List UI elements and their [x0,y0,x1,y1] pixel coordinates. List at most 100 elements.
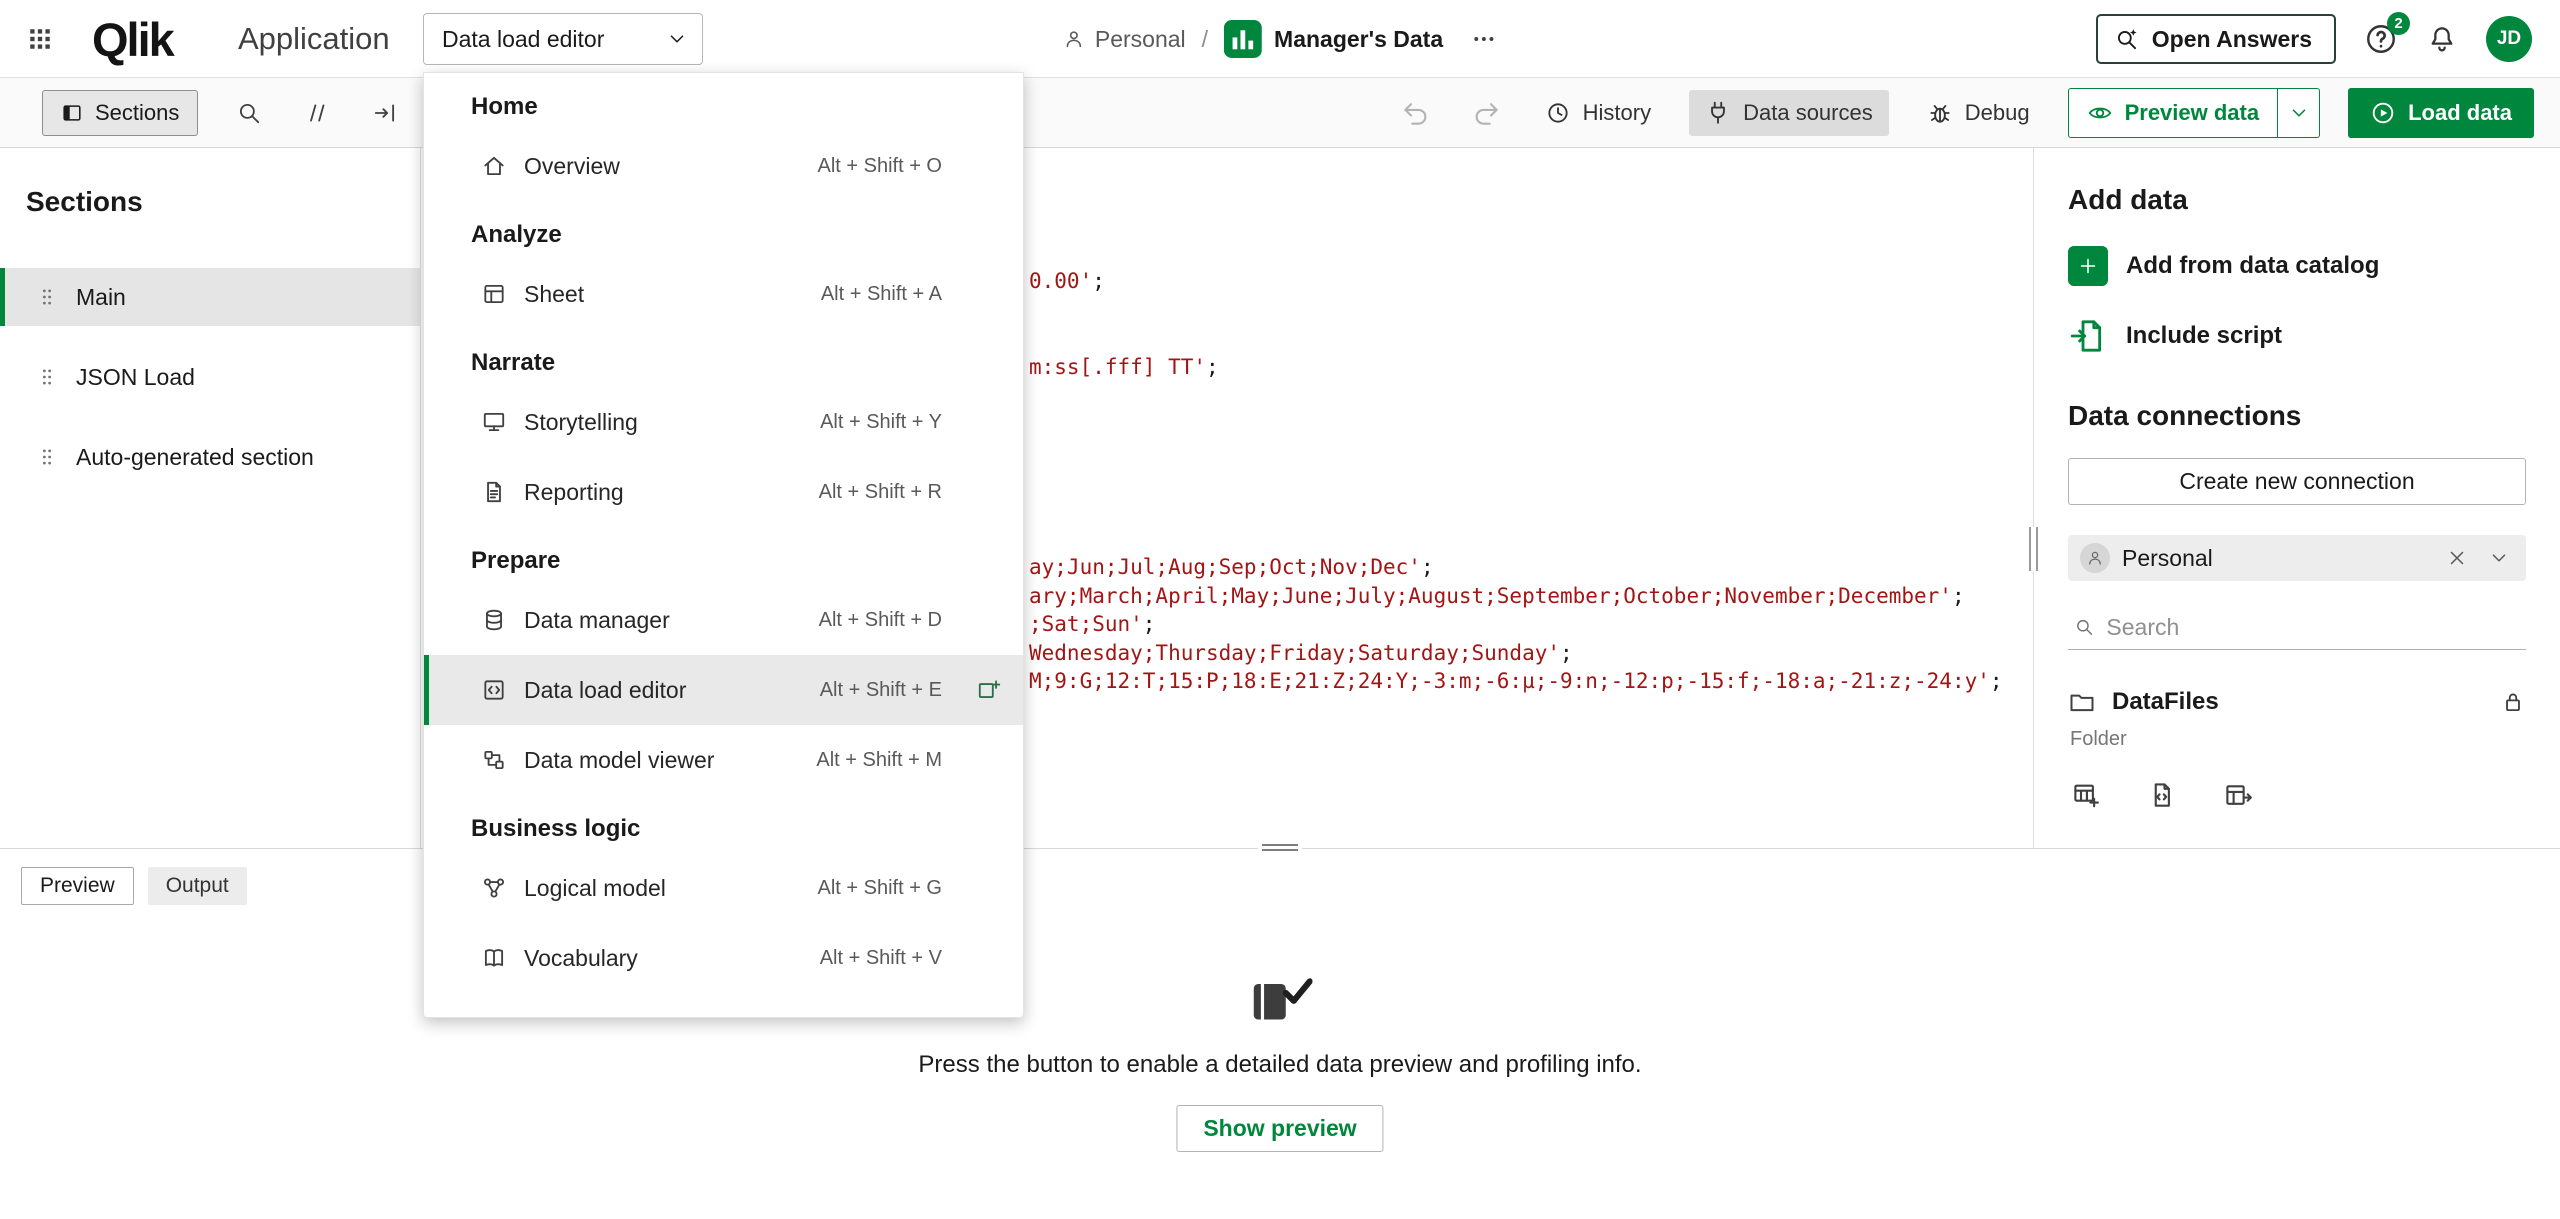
preview-data-options-button[interactable] [2277,89,2319,137]
redo-button[interactable] [1465,92,1507,134]
shortcut-label: Alt + Shift + R [819,481,942,504]
menu-item-reporting[interactable]: Reporting Alt + Shift + R [424,457,1023,527]
app-options-button[interactable] [1471,26,1497,52]
report-document-icon [481,479,507,505]
person-icon [1063,28,1085,50]
add-from-catalog-button[interactable]: Add from data catalog [2068,246,2526,286]
app-crumb[interactable]: Manager's Data [1224,20,1443,58]
search-script-button[interactable] [228,92,270,134]
bell-icon [2426,23,2458,55]
space-crumb[interactable]: Personal [1063,26,1186,53]
app-name: Manager's Data [1274,26,1443,53]
indent-right-icon [372,100,398,126]
context-label: Application [238,21,390,57]
drag-handle-icon[interactable] [40,447,54,467]
tab-preview[interactable]: Preview [21,867,134,905]
shortcut-label: Alt + Shift + A [821,283,942,306]
person-icon [2080,543,2110,573]
menu-item-data-manager[interactable]: Data manager Alt + Shift + D [424,585,1023,655]
table-arrow-icon [2223,780,2253,810]
shortcut-label: Alt + Shift + V [820,947,942,970]
show-preview-button[interactable]: Show preview [1176,1105,1383,1152]
preview-data-button[interactable]: Preview data [2069,89,2278,137]
load-data-label: Load data [2408,100,2512,126]
section-item-main[interactable]: Main [0,268,420,326]
debug-button[interactable]: Debug [1917,90,2040,136]
menu-item-data-model-viewer[interactable]: Data model viewer Alt + Shift + M [424,725,1023,795]
preview-tabs: Preview Output [21,867,247,905]
history-button[interactable]: History [1535,90,1661,136]
section-item-label: Main [76,284,126,311]
section-item-auto-generated[interactable]: Auto-generated section [0,428,420,486]
shortcut-label: Alt + Shift + O [817,155,942,178]
horizontal-resize-handle[interactable] [1258,841,1302,854]
create-new-connection-button[interactable]: Create new connection [2068,458,2526,505]
eye-icon [2087,100,2113,126]
notification-badge: 2 [2387,12,2410,35]
open-answers-button[interactable]: Open Answers [2096,14,2336,64]
app-icon [1224,20,1262,58]
menu-item-data-load-editor[interactable]: Data load editor Alt + Shift + E [424,655,1023,725]
comment-code-button[interactable] [296,92,338,134]
chevron-down-icon [2488,547,2510,569]
topbar-actions: Open Answers 2 JD [2096,0,2560,78]
plus-icon [2068,246,2108,286]
connection-search-input[interactable] [2106,614,2520,641]
menu-item-storytelling[interactable]: Storytelling Alt + Shift + Y [424,387,1023,457]
insert-script-button[interactable] [2144,777,2180,813]
data-model-icon [481,747,507,773]
script-line: Wednesday;Thursday;Friday;Saturday;Sunda… [1029,639,1573,667]
notifications-button[interactable] [2426,23,2458,55]
clock-icon [1545,100,1571,126]
app-area-selector[interactable]: Data load editor [423,13,703,65]
script-line: M;9:G;12:T;15:P;18:E;21:Z;24:Y;-3:m;-6:µ… [1029,667,2003,695]
sheet-icon [481,281,507,307]
load-data-button[interactable]: Load data [2348,88,2534,138]
connection-item-datafiles[interactable]: DataFiles [2068,688,2526,716]
help-button[interactable]: 2 [2364,22,2398,56]
space-filter-value: Personal [2122,545,2430,572]
debug-label: Debug [1965,100,2030,126]
search-icon [236,100,262,126]
user-avatar[interactable]: JD [2486,16,2532,62]
code-editor-icon [481,677,507,703]
select-data-table-icon [2071,780,2101,810]
menu-item-logical-model[interactable]: Logical model Alt + Shift + G [424,853,1023,923]
menu-item-overview[interactable]: Overview Alt + Shift + O [424,131,1023,201]
drag-handle-icon[interactable] [40,367,54,387]
sections-toggle-label: Sections [95,100,179,126]
vertical-resize-handle[interactable] [2029,527,2038,571]
space-crumb-label: Personal [1095,26,1186,53]
menu-item-vocabulary[interactable]: Vocabulary Alt + Shift + V [424,923,1023,993]
undo-button[interactable] [1395,92,1437,134]
connection-actions [2068,777,2526,813]
open-new-window-icon [976,677,1002,703]
preview-empty-message: Press the button to enable a detailed da… [918,1051,1641,1079]
section-item-label: Auto-generated section [76,444,314,471]
shortcut-label: Alt + Shift + M [816,749,942,772]
toggle-sections-panel-button[interactable]: Sections [42,90,198,136]
clear-space-filter-button[interactable] [2442,543,2472,573]
drag-handle-icon[interactable] [40,287,54,307]
select-data-button[interactable] [2068,777,2104,813]
app-launcher-button[interactable] [18,17,62,61]
space-filter-select[interactable]: Personal [2068,535,2526,581]
database-icon [481,607,507,633]
include-script-button[interactable]: Include script [2068,316,2526,356]
section-item-json-load[interactable]: JSON Load [0,348,420,406]
menu-item-sheet[interactable]: Sheet Alt + Shift + A [424,259,1023,329]
app-screen: Qlik Application Data load editor Person… [0,0,2560,1219]
open-in-new-window-button[interactable] [971,672,1007,708]
script-line: m:ss[.fff] TT'; [1029,353,1219,381]
space-filter-dropdown-button[interactable] [2484,543,2514,573]
book-check-icon [1248,975,1312,1025]
data-sources-button[interactable]: Data sources [1689,90,1889,136]
breadcrumb: Personal / Manager's Data [1063,0,1497,78]
toolbar-right: History Data sources Debug Preview data [1395,88,2534,138]
indent-button[interactable] [364,92,406,134]
include-script-icon [2068,316,2108,356]
connection-search [2068,605,2526,650]
load-table-button[interactable] [2220,777,2256,813]
tab-output[interactable]: Output [148,867,247,905]
play-circle-icon [2370,100,2396,126]
